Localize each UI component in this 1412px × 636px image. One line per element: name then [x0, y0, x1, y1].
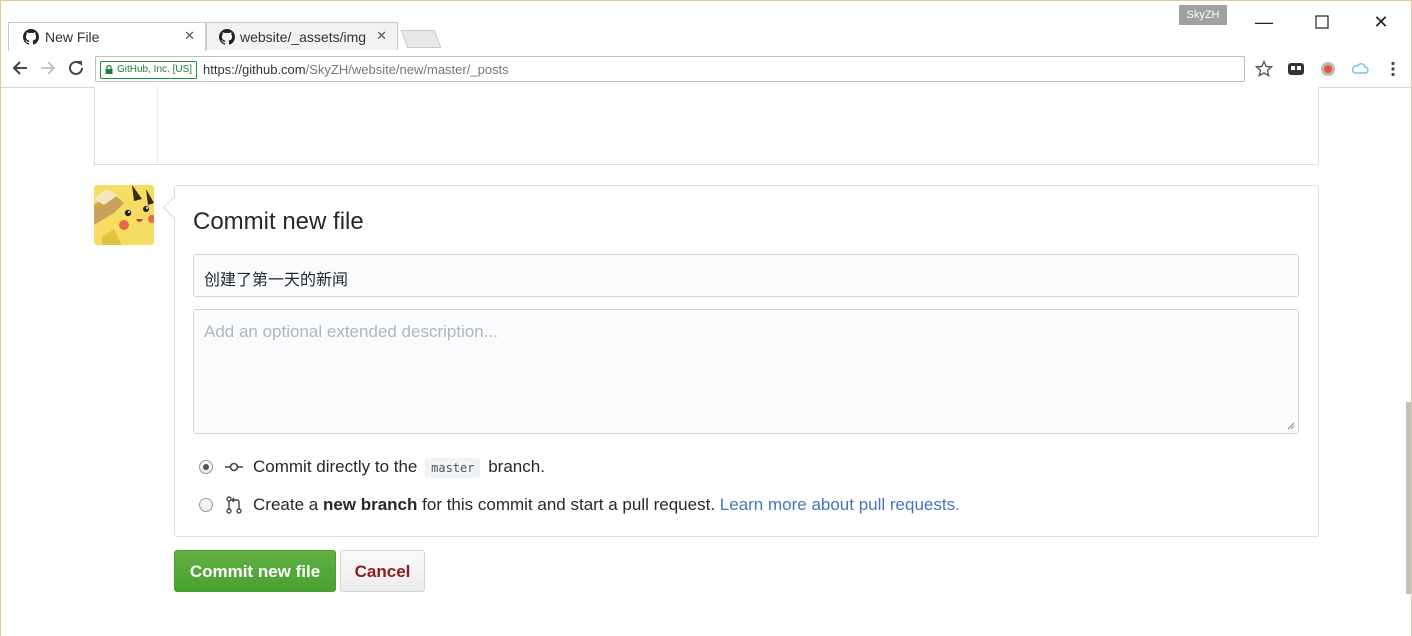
close-window-icon[interactable]: ✕ [1369, 10, 1393, 34]
bookmark-star-icon[interactable] [1255, 60, 1273, 78]
description-placeholder: Add an optional extended description... [204, 322, 498, 341]
cancel-button[interactable]: Cancel [340, 550, 425, 592]
security-label: GitHub, Inc. [US] [117, 64, 193, 75]
new-tab-button[interactable] [400, 30, 442, 48]
menu-kebab-icon[interactable] [1384, 60, 1402, 78]
forward-icon[interactable] [38, 59, 58, 79]
commit-direct-prefix: Commit directly to the [253, 457, 418, 476]
url-host: https://github.com [203, 62, 306, 77]
new-branch-option[interactable]: Create a new branch for this commit and … [199, 494, 1099, 518]
maximize-icon[interactable] [1310, 10, 1334, 34]
file-editor[interactable] [94, 87, 1319, 165]
page-title: Commit new file [193, 208, 364, 235]
tab-close-icon[interactable]: ✕ [184, 28, 195, 44]
new-branch-prefix: Create a [253, 495, 319, 514]
new-branch-bold: new branch [322, 495, 418, 514]
commit-description-textarea[interactable]: Add an optional extended description... [193, 309, 1299, 434]
security-chip[interactable]: GitHub, Inc. [US] [100, 61, 198, 79]
tab-close-icon[interactable]: ✕ [376, 28, 387, 44]
tab-title: New File [45, 29, 100, 45]
github-icon [23, 29, 39, 45]
line-number-gutter [95, 87, 158, 164]
tab-title: website/_assets/img [240, 29, 367, 45]
profile-badge[interactable]: SkyZH [1179, 5, 1227, 25]
commit-direct-suffix: branch. [488, 457, 545, 476]
avatar[interactable] [94, 185, 154, 245]
tab-website-assets[interactable]: website/_assets/img ✕ [206, 22, 398, 50]
cloud-extension-icon[interactable] [1351, 60, 1369, 78]
learn-more-link[interactable]: Learn more about pull requests. [720, 495, 960, 514]
url-path: /SkyZH/website/new/master/_posts [305, 62, 509, 77]
branch-name: master [425, 458, 481, 478]
extension-icon[interactable] [1287, 60, 1305, 78]
address-bar[interactable]: GitHub, Inc. [US] https://github.com/Sky… [95, 56, 1245, 82]
page-scrollbar[interactable] [1406, 402, 1411, 594]
commit-direct-option[interactable]: Commit directly to the master branch. [199, 456, 699, 480]
commit-new-file-button[interactable]: Commit new file [174, 550, 336, 592]
github-icon [219, 29, 235, 45]
git-commit-icon [225, 462, 243, 472]
minimize-icon[interactable]: — [1252, 10, 1276, 34]
lock-icon [105, 65, 113, 74]
tab-new-file[interactable]: New File ✕ [8, 22, 206, 51]
back-icon[interactable] [10, 59, 30, 79]
reload-icon[interactable] [66, 59, 86, 79]
tab-strip: New File ✕ website/_assets/img ✕ SkyZH —… [0, 0, 1412, 51]
pikachu-avatar-image [94, 185, 154, 245]
browser-toolbar: GitHub, Inc. [US] https://github.com/Sky… [0, 50, 1412, 88]
url-text[interactable]: https://github.com/SkyZH/website/new/mas… [203, 62, 509, 77]
record-extension-icon[interactable] [1319, 60, 1337, 78]
commit-direct-label: Commit directly to the master branch. [253, 456, 545, 479]
commit-summary-input[interactable]: 创建了第一天的新闻 [193, 254, 1299, 297]
pull-request-icon [226, 496, 242, 514]
new-branch-label: Create a new branch for this commit and … [253, 494, 960, 516]
commit-direct-radio[interactable] [199, 460, 213, 474]
resize-handle-icon[interactable] [1287, 422, 1295, 430]
new-branch-radio[interactable] [199, 498, 213, 512]
new-branch-middle: for this commit and start a pull request… [422, 495, 716, 514]
